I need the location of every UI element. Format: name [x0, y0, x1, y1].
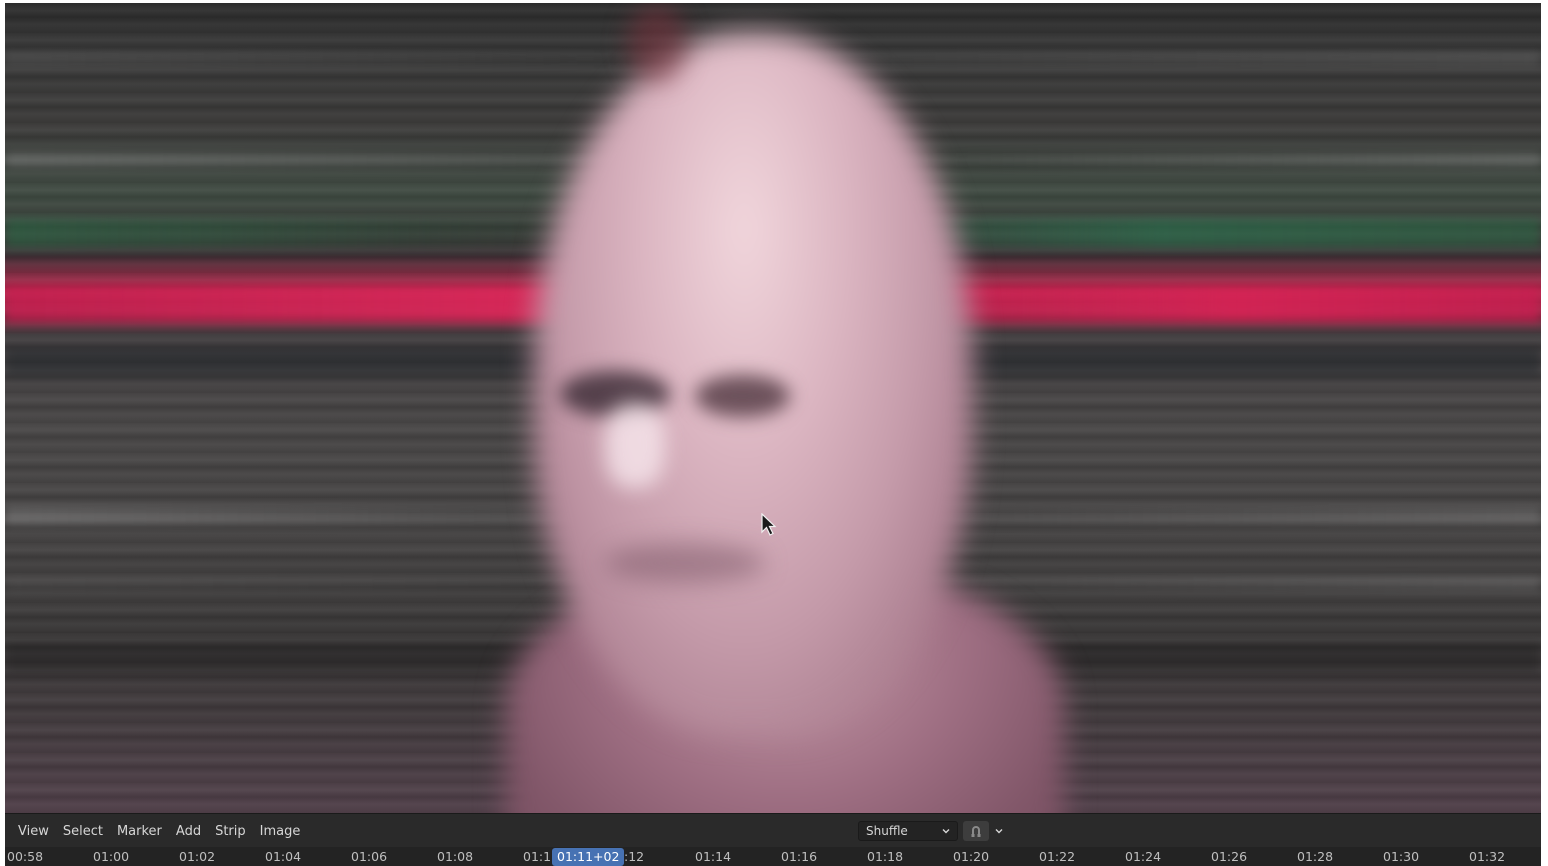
menu-select[interactable]: Select [56, 820, 110, 843]
time-tick: 01:28 [1297, 849, 1334, 864]
menu-marker[interactable]: Marker [110, 820, 169, 843]
menu-bar: View Select Marker Add Strip Image [11, 814, 307, 848]
person-mouth [605, 543, 765, 583]
time-tick: 00:58 [7, 849, 44, 864]
time-tick: 01:14 [695, 849, 732, 864]
person-eye-right [695, 375, 790, 417]
time-tick: 01:16 [781, 849, 818, 864]
sequencer-editor: View Select Marker Add Strip Image Shuff… [5, 3, 1541, 866]
time-tick: 01:06 [351, 849, 388, 864]
time-tick: 01:32 [1469, 849, 1506, 864]
menu-image[interactable]: Image [253, 820, 308, 843]
time-tick: 01:24 [1125, 849, 1162, 864]
menu-strip[interactable]: Strip [208, 820, 253, 843]
mouse-cursor-icon [761, 513, 777, 536]
time-tick: 01:20 [953, 849, 990, 864]
current-frame-indicator[interactable]: 01:11+02 [552, 848, 625, 866]
time-tick: 01:04 [265, 849, 302, 864]
overlap-mode-dropdown[interactable]: Shuffle [858, 821, 958, 841]
menu-view[interactable]: View [11, 820, 56, 843]
time-tick: 01:02 [179, 849, 216, 864]
person-hair [627, 3, 687, 83]
snap-options-button[interactable] [992, 821, 1006, 841]
snap-toggle-button[interactable] [963, 821, 989, 841]
time-tick: 01:08 [437, 849, 474, 864]
video-preview[interactable] [5, 3, 1541, 813]
time-tick: 01:00 [93, 849, 130, 864]
chevron-down-icon [942, 829, 950, 834]
timeline-ruler[interactable]: 00:58 01:00 01:02 01:04 01:06 01:08 01:1… [5, 847, 1541, 866]
chevron-down-icon [995, 829, 1003, 834]
person-nose [605, 403, 665, 488]
overlap-mode-value: Shuffle [866, 824, 908, 838]
time-tick: 01:18 [867, 849, 904, 864]
time-tick: 01:30 [1383, 849, 1420, 864]
time-tick: :12 [624, 849, 645, 864]
time-tick: 01:1 [523, 849, 552, 864]
time-tick: 01:26 [1211, 849, 1248, 864]
editor-header: View Select Marker Add Strip Image Shuff… [5, 813, 1541, 847]
time-tick: 01:22 [1039, 849, 1076, 864]
menu-add[interactable]: Add [169, 820, 208, 843]
snap-icon [971, 826, 981, 837]
